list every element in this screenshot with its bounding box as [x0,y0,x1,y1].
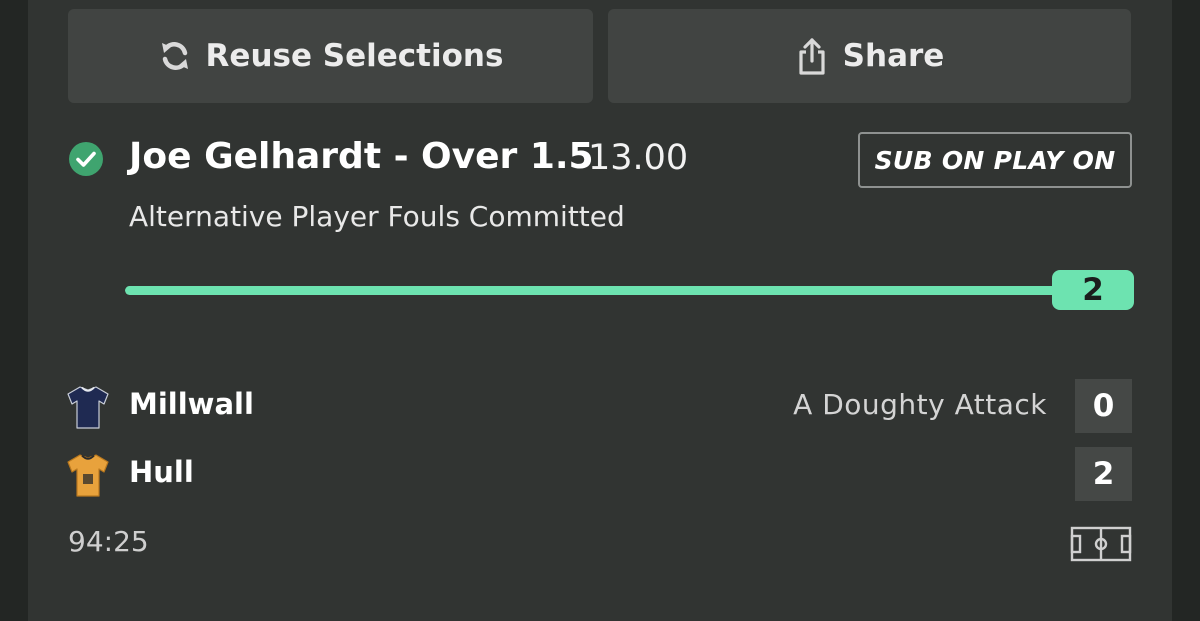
check-circle-icon [68,141,104,177]
shirt-icon [66,384,110,430]
selection-title: Joe Gelhardt - Over 1.5 [129,136,594,177]
pitch-icon[interactable] [1070,526,1132,562]
match-event-note: A Doughty Attack [793,388,1047,421]
team-home-name: Millwall [129,387,254,421]
home-score: 0 [1075,379,1132,433]
share-button[interactable]: Share [608,9,1131,103]
shirt-icon [66,452,110,498]
progress-bar [125,286,1075,295]
share-icon [795,36,829,76]
team-away-name: Hull [129,455,194,489]
market-name: Alternative Player Fouls Committed [129,200,625,233]
away-score: 2 [1075,447,1132,501]
sub-on-play-on-badge: SUB ON PLAY ON [858,132,1132,188]
progress-fill [125,286,1075,295]
selection-odds: 13.00 [588,138,689,178]
progress-value-bubble: 2 [1052,270,1134,310]
refresh-icon [158,39,192,73]
reuse-selections-button[interactable]: Reuse Selections [68,9,593,103]
reuse-selections-label: Reuse Selections [205,38,504,74]
share-label: Share [842,38,945,74]
match-clock: 94:25 [68,525,149,558]
